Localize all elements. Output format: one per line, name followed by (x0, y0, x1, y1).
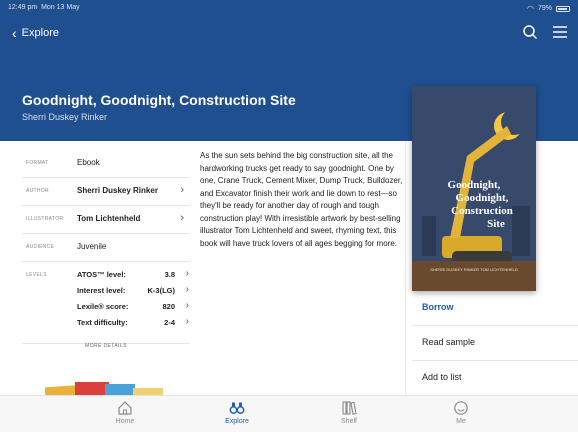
book-title: Goodnight, Goodnight, Construction Site (22, 92, 296, 108)
more-details-link[interactable]: MORE DETAILS (22, 343, 190, 349)
cover-illustration: Goodnight, Goodnight, Construction Site … (412, 86, 536, 291)
cover-credits: SHERRI DUSKEY RINKER TOM LICHTENHELD (430, 267, 518, 272)
related-books-thumbnails[interactable] (45, 376, 175, 396)
tab-me-label: Me (456, 418, 466, 425)
status-bar: 12:49 pm Mon 13 May ◠ 79% (8, 4, 570, 16)
cover-title-line-2: Goodnight, (456, 192, 509, 204)
nav-bar: ‹ Explore (0, 22, 578, 46)
add-to-list-button[interactable]: Add to list (412, 361, 578, 396)
books-icon (342, 401, 357, 415)
tab-shelf-label: Shelf (341, 418, 357, 425)
status-date: Mon 13 May (41, 4, 80, 11)
detail-author[interactable]: AUTHOR Sherri Duskey Rinker › (22, 178, 190, 206)
book-actions: Borrow Read sample Add to list (412, 291, 578, 396)
chevron-right-icon: › (185, 316, 189, 327)
book-author[interactable]: Sherri Duskey Rinker (22, 112, 107, 122)
cover-title-line-1: Goodnight, (448, 179, 501, 191)
level-row-lexile[interactable]: Lexile® score: 820 › (77, 300, 189, 316)
level-row-text-difficulty[interactable]: Text difficulty: 2-4 › (77, 316, 189, 332)
cover-title-line-4: Site (487, 218, 505, 230)
chevron-right-icon: › (185, 268, 189, 279)
battery-icon (556, 5, 570, 12)
book-details: FORMAT Ebook AUTHOR Sherri Duskey Rinker… (22, 150, 190, 344)
tab-home-label: Home (115, 418, 135, 425)
book-description: As the sun sets behind the big construct… (200, 151, 403, 248)
detail-illustrator[interactable]: ILLUSTRATOR Tom Lichtenheld › (22, 206, 190, 234)
chevron-right-icon: › (180, 212, 184, 224)
tab-shelf[interactable]: Shelf (319, 400, 379, 425)
chevron-right-icon: › (185, 284, 189, 295)
smiley-icon (454, 401, 468, 415)
tab-home[interactable]: Home (95, 400, 155, 425)
battery-percent: 79% (537, 5, 552, 12)
tab-explore[interactable]: Explore (207, 400, 267, 425)
book-cover[interactable]: Goodnight, Goodnight, Construction Site … (412, 86, 536, 291)
divider (405, 141, 406, 395)
tab-me[interactable]: Me (431, 400, 491, 425)
detail-format: FORMAT Ebook (22, 150, 190, 178)
home-icon (118, 401, 132, 415)
cover-title-line-3: Construction (451, 205, 513, 217)
borrow-button[interactable]: Borrow (412, 291, 578, 326)
level-row-atos[interactable]: ATOS™ level: 3.8 › (77, 268, 189, 284)
menu-icon[interactable] (552, 24, 568, 40)
detail-levels: LEVELS ATOS™ level: 3.8 › Interest level… (22, 262, 190, 344)
status-time: 12:49 pm (8, 4, 38, 11)
tab-explore-label: Explore (225, 418, 249, 425)
detail-audience: AUDIENCE Juvenile (22, 234, 190, 262)
search-icon[interactable] (522, 24, 538, 40)
chevron-right-icon: › (185, 300, 189, 311)
chevron-right-icon: › (180, 184, 184, 196)
level-row-interest[interactable]: Interest level: K-3(LG) › (77, 284, 189, 300)
wifi-icon: ◠ (527, 4, 534, 13)
binoculars-icon (229, 402, 245, 414)
back-button[interactable]: ‹ Explore (12, 26, 59, 40)
back-label: Explore (21, 27, 59, 39)
read-sample-button[interactable]: Read sample (412, 326, 578, 361)
tab-bar: Home Explore Shelf Me (0, 395, 578, 432)
chevron-left-icon: ‹ (12, 25, 17, 41)
